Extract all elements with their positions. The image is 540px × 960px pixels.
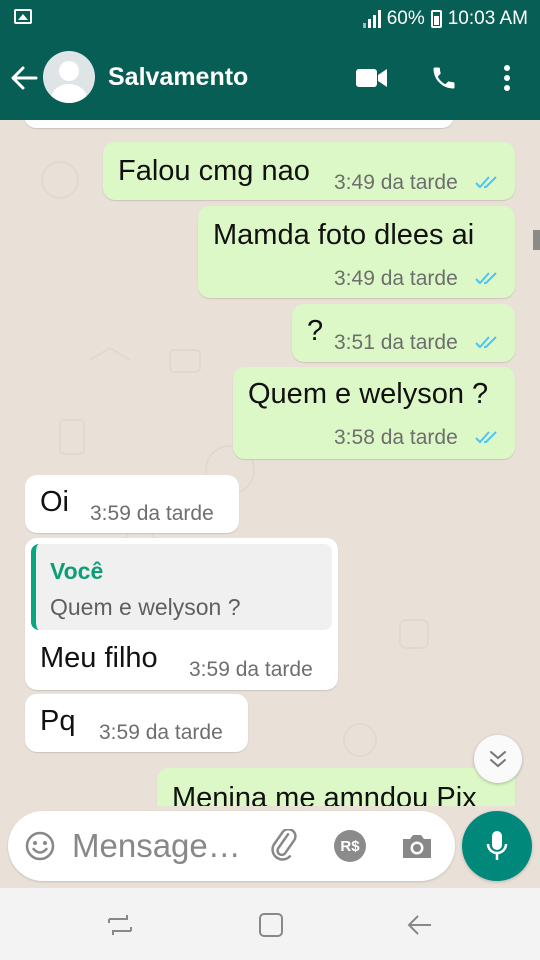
message-time: 3:51 da tarde bbox=[334, 331, 458, 354]
quoted-text: Quem e welyson ? bbox=[50, 594, 241, 620]
message-bubble-incoming[interactable]: Você Quem e welyson ? Meu filho 3:59 da … bbox=[25, 538, 338, 690]
read-ticks-icon bbox=[475, 431, 497, 444]
message-bubble-outgoing[interactable]: Quem e welyson ? 3:58 da tarde bbox=[233, 367, 515, 459]
image-notification-icon bbox=[14, 9, 32, 24]
mic-icon bbox=[486, 831, 508, 860]
quoted-message[interactable]: Você Quem e welyson ? bbox=[31, 544, 332, 630]
signal-icon bbox=[362, 10, 381, 28]
phone-icon[interactable] bbox=[424, 58, 464, 98]
back-icon[interactable] bbox=[405, 910, 435, 940]
chat-header: Salvamento bbox=[0, 38, 540, 120]
clock: 10:03 AM bbox=[447, 8, 528, 29]
double-chevron-down-icon bbox=[490, 751, 506, 768]
camera-icon[interactable] bbox=[400, 831, 434, 861]
message-text: ? bbox=[307, 315, 324, 347]
video-call-icon[interactable] bbox=[352, 58, 392, 98]
message-time: 3:59 da tarde bbox=[189, 658, 313, 681]
read-ticks-icon bbox=[475, 176, 497, 189]
system-navigation-bar bbox=[0, 888, 540, 960]
message-composer[interactable]: Mensage… R$ bbox=[8, 811, 455, 881]
emoji-icon[interactable] bbox=[24, 830, 56, 862]
message-time: 3:49 da tarde bbox=[334, 267, 458, 290]
message-bubble-outgoing[interactable]: Mamda foto dlees ai 3:49 da tarde bbox=[198, 206, 515, 298]
message-list[interactable]: Falou cmg nao 3:49 da tarde Mamda foto d… bbox=[0, 120, 540, 806]
avatar[interactable] bbox=[43, 51, 95, 103]
message-text: Pq bbox=[40, 705, 76, 737]
home-icon[interactable] bbox=[256, 910, 286, 940]
recent-apps-icon[interactable] bbox=[105, 910, 135, 940]
contact-name[interactable]: Salvamento bbox=[108, 63, 248, 92]
message-bubble-outgoing[interactable]: Falou cmg nao 3:49 da tarde bbox=[103, 142, 515, 200]
battery-icon bbox=[430, 10, 442, 28]
read-ticks-icon bbox=[475, 336, 497, 349]
message-text: Falou cmg nao bbox=[118, 155, 310, 187]
message-bubble-outgoing[interactable]: Menina me amndou Pix bbox=[157, 768, 515, 806]
status-bar: 60% 10:03 AM bbox=[0, 0, 540, 38]
message-bubble-incoming[interactable]: Oi 3:59 da tarde bbox=[25, 475, 239, 533]
message-time: 3:58 da tarde bbox=[334, 426, 458, 449]
pix-payment-icon[interactable]: R$ bbox=[334, 830, 366, 862]
scroll-to-bottom-button[interactable] bbox=[474, 735, 522, 783]
message-text: Meu filho bbox=[40, 642, 158, 674]
message-bubble-previous[interactable] bbox=[24, 120, 454, 128]
mic-button[interactable] bbox=[462, 811, 532, 881]
back-arrow-icon[interactable] bbox=[10, 60, 38, 96]
message-bubble-outgoing[interactable]: ? 3:51 da tarde bbox=[292, 304, 515, 362]
message-time: 3:59 da tarde bbox=[99, 721, 223, 744]
message-text: Mamda foto dlees ai bbox=[213, 219, 475, 251]
status-bar-right: 60% 10:03 AM bbox=[362, 7, 528, 31]
message-bubble-incoming[interactable]: Pq 3:59 da tarde bbox=[25, 694, 248, 752]
message-text: Menina me amndou Pix bbox=[172, 782, 477, 806]
read-ticks-icon bbox=[475, 272, 497, 285]
message-time: 3:49 da tarde bbox=[334, 171, 458, 194]
scrollbar[interactable] bbox=[533, 230, 540, 250]
message-text: Quem e welyson ? bbox=[248, 378, 489, 410]
quoted-author: Você bbox=[50, 558, 104, 584]
message-text: Oi bbox=[40, 486, 69, 518]
battery-percent: 60% bbox=[386, 8, 425, 29]
attach-icon[interactable] bbox=[268, 829, 302, 863]
more-options-icon[interactable] bbox=[487, 58, 527, 98]
message-time: 3:59 da tarde bbox=[90, 502, 214, 525]
message-input[interactable]: Mensage… bbox=[72, 827, 241, 865]
